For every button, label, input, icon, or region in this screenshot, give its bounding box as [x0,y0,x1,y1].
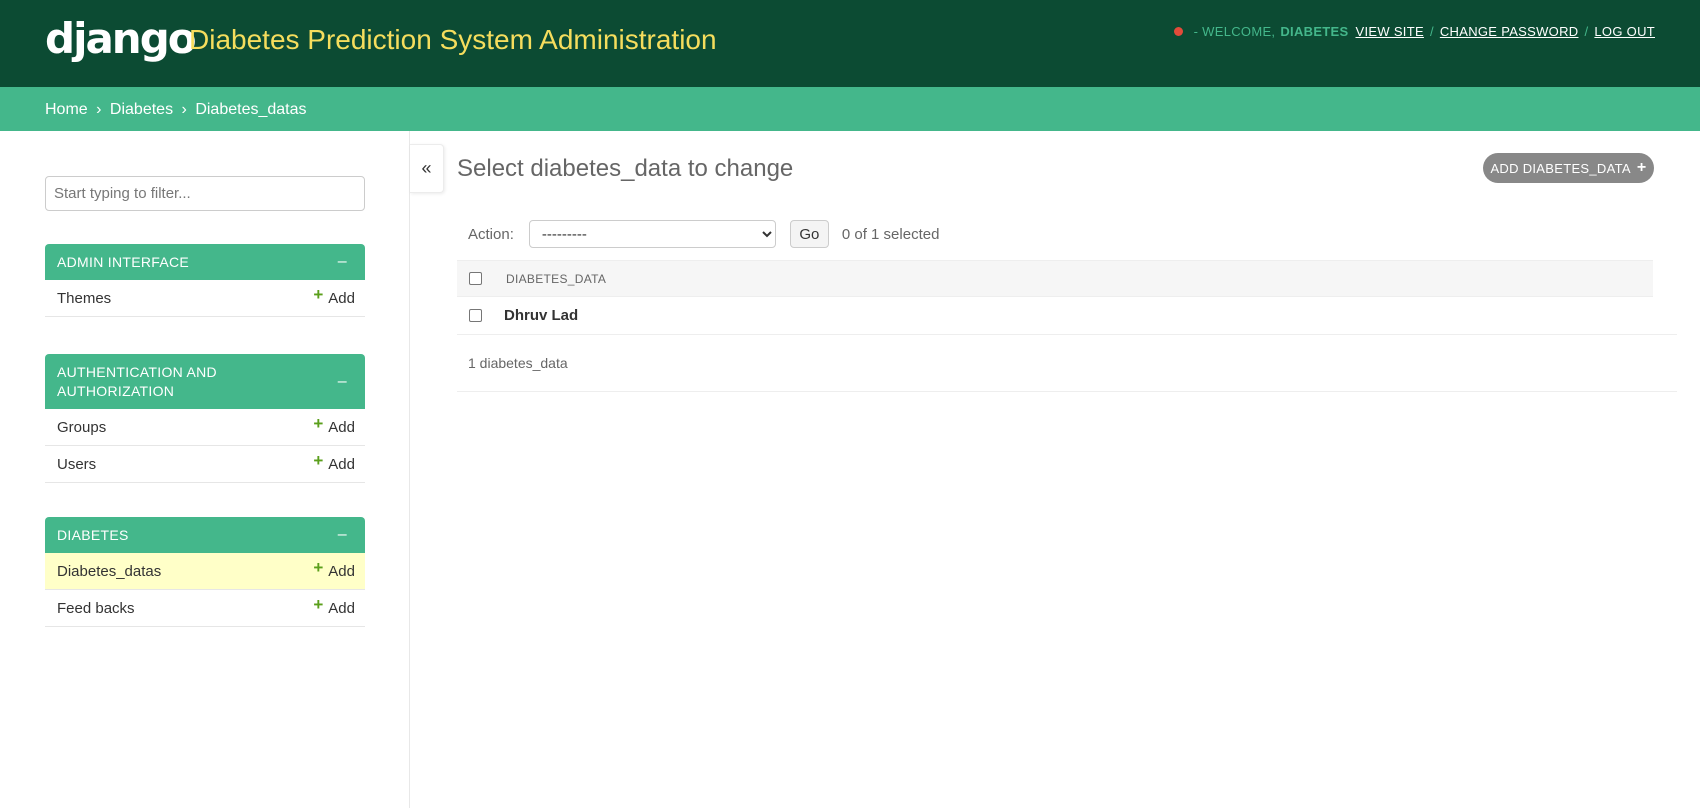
table-row: Dhruv Lad [457,297,1677,335]
table-header: DIABETES_DATA [457,260,1653,297]
breadcrumb-current: Diabetes_datas [195,101,307,118]
module-caption[interactable]: AUTHENTICATION AND AUTHORIZATION – [45,354,365,409]
separator: / [1584,24,1589,39]
view-site-link[interactable]: VIEW SITE [1356,24,1424,39]
paginator: 1 diabetes_data [457,335,1677,392]
log-out-link[interactable]: LOG OUT [1594,24,1655,39]
go-button[interactable]: Go [789,220,829,248]
breadcrumb: Home › Diabetes › Diabetes_datas [0,87,1700,131]
status-dot-icon [1173,27,1183,36]
username: DIABETES [1280,24,1349,39]
row-link[interactable]: Dhruv Lad [504,307,578,324]
module-authentication: AUTHENTICATION AND AUTHORIZATION – Groups… [45,354,365,483]
sidebar-item-diabetes-datas: Diabetes_datas + Add [45,553,365,590]
add-label[interactable]: Add [328,600,355,617]
user-tools: - WELCOME, DIABETES VIEW SITE / CHANGE P… [1173,24,1655,39]
sidebar-item-groups: Groups + Add [45,409,365,446]
plus-icon: + [313,285,324,304]
module-diabetes: DIABETES – Diabetes_datas + Add Feed back… [45,517,365,627]
site-title[interactable]: Diabetes Prediction System Administratio… [189,24,717,56]
breadcrumb-separator: › [181,101,187,118]
add-themes-link[interactable]: + Add [313,285,355,308]
breadcrumb-separator: › [96,101,102,118]
add-feed-backs-link[interactable]: + Add [313,595,355,618]
action-select[interactable]: --------- [528,220,776,248]
add-label[interactable]: Add [328,456,355,473]
sidebar-item-users: Users + Add [45,446,365,483]
sidebar-item-themes: Themes + Add [45,280,365,317]
add-diabetes-data-button[interactable]: ADD DIABETES_DATA + [1483,153,1654,183]
module-caption[interactable]: ADMIN INTERFACE – [45,244,365,280]
change-password-link[interactable]: CHANGE PASSWORD [1440,24,1579,39]
sidebar-filter-input[interactable] [45,176,365,211]
select-all-checkbox[interactable] [469,272,482,285]
plus-icon: + [313,451,324,470]
module-title-line: AUTHORIZATION [57,382,175,399]
column-header[interactable]: DIABETES_DATA [506,272,606,286]
action-label: Action: [468,225,514,243]
sidebar-toggle-button[interactable]: « [410,144,444,193]
plus-icon: + [313,414,324,433]
collapse-module-icon[interactable]: – [338,253,353,271]
separator: / [1429,24,1434,39]
page-title: Select diabetes_data to change [457,155,794,182]
sidebar-item-label[interactable]: Themes [57,290,111,307]
add-users-link[interactable]: + Add [313,451,355,474]
sidebar-item-label[interactable]: Feed backs [57,600,135,617]
sidebar-item-label[interactable]: Users [57,456,96,473]
welcome-text: - WELCOME, [1193,24,1276,39]
breadcrumb-app[interactable]: Diabetes [110,101,173,118]
module-title: AUTHENTICATION AND AUTHORIZATION [57,363,217,401]
breadcrumb-home[interactable]: Home [45,101,88,118]
actions-bar: Action: --------- Go 0 of 1 selected [468,220,939,248]
module-title-line: AUTHENTICATION AND [57,363,217,380]
module-caption[interactable]: DIABETES – [45,517,365,553]
plus-icon: + [313,558,324,577]
row-checkbox[interactable] [469,309,482,322]
collapse-module-icon[interactable]: – [338,373,353,391]
module-admin-interface: ADMIN INTERFACE – Themes + Add [45,244,365,317]
sidebar-item-label[interactable]: Groups [57,419,106,436]
add-button-label: ADD DIABETES_DATA [1490,160,1631,176]
add-label[interactable]: Add [328,563,355,580]
module-title: ADMIN INTERFACE [57,253,190,270]
add-diabetes-datas-link[interactable]: + Add [313,558,355,581]
module-title: DIABETES [57,526,129,543]
collapse-module-icon[interactable]: – [338,526,353,544]
double-chevron-left-icon: « [421,158,432,178]
plus-icon: + [1636,159,1647,176]
sidebar-item-label[interactable]: Diabetes_datas [57,563,161,580]
add-label[interactable]: Add [328,419,355,436]
add-groups-link[interactable]: + Add [313,414,355,437]
selection-counter: 0 of 1 selected [841,225,940,243]
django-logo[interactable]: django [45,14,197,63]
plus-icon: + [313,595,324,614]
sidebar: ADMIN INTERFACE – Themes +Add AUTHENTICA… [0,131,410,808]
add-label[interactable]: Add [328,290,355,307]
sidebar-item-feed-backs: Feed backs + Add [45,590,365,627]
header: django Diabetes Prediction System Admini… [0,0,1700,87]
